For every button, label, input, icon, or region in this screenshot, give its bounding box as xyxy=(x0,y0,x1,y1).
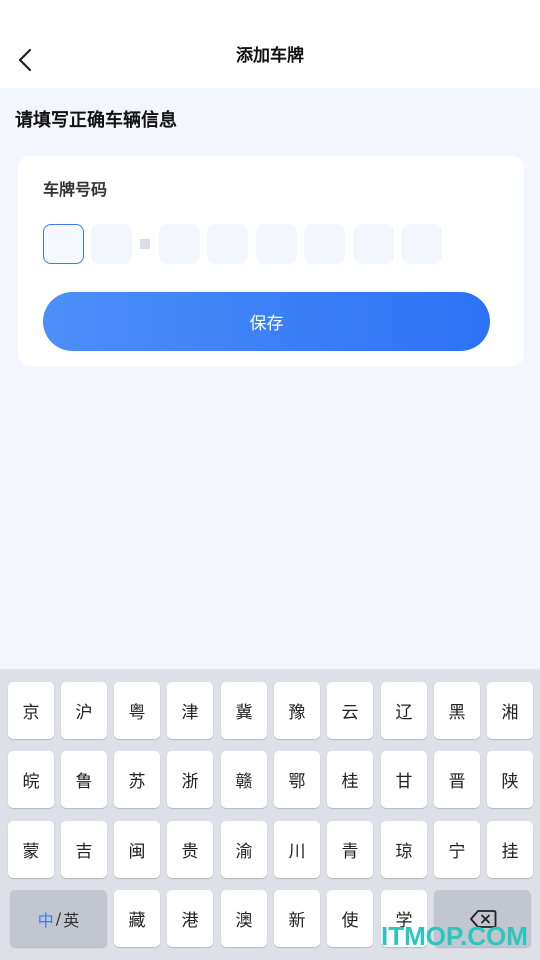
plate-slot-8[interactable] xyxy=(401,224,442,264)
key-province[interactable]: 湘 xyxy=(487,682,533,739)
plate-slot-6[interactable] xyxy=(304,224,345,264)
save-button[interactable]: 保存 xyxy=(43,292,490,351)
key-province[interactable]: 蒙 xyxy=(8,821,54,878)
plate-slot-2[interactable] xyxy=(91,224,132,264)
key-province[interactable]: 桂 xyxy=(327,751,373,808)
key-province[interactable]: 闽 xyxy=(114,821,160,878)
key-province[interactable]: 津 xyxy=(167,682,213,739)
key-province[interactable]: 贵 xyxy=(167,821,213,878)
plate-slot-1[interactable] xyxy=(43,224,84,264)
key-province[interactable]: 青 xyxy=(327,821,373,878)
key-province[interactable]: 京 xyxy=(8,682,54,739)
plate-card: 车牌号码 保存 xyxy=(18,156,524,366)
key-province[interactable]: 琼 xyxy=(381,821,427,878)
key-province[interactable]: 使 xyxy=(327,890,373,947)
plate-slot-5[interactable] xyxy=(256,224,297,264)
plate-slot-4[interactable] xyxy=(207,224,248,264)
key-province[interactable]: 鲁 xyxy=(61,751,107,808)
key-province[interactable]: 川 xyxy=(274,821,320,878)
plate-slot-3[interactable] xyxy=(159,224,200,264)
key-province[interactable]: 吉 xyxy=(61,821,107,878)
plate-number-label: 车牌号码 xyxy=(43,180,108,199)
key-province[interactable]: 陕 xyxy=(487,751,533,808)
key-province[interactable]: 挂 xyxy=(487,821,533,878)
language-toggle-key[interactable]: 中 / 英 xyxy=(10,890,107,947)
plate-slot-7[interactable] xyxy=(353,224,394,264)
key-province[interactable]: 云 xyxy=(327,682,373,739)
watermark-logo: ITMOP.COM xyxy=(381,921,528,951)
key-province[interactable]: 冀 xyxy=(221,682,267,739)
key-province[interactable]: 粤 xyxy=(114,682,160,739)
key-province[interactable]: 辽 xyxy=(381,682,427,739)
key-province[interactable]: 晋 xyxy=(434,751,480,808)
key-province[interactable]: 澳 xyxy=(221,890,267,947)
key-province[interactable]: 黑 xyxy=(434,682,480,739)
key-province[interactable]: 新 xyxy=(274,890,320,947)
lang-separator: / xyxy=(55,909,62,928)
key-province[interactable]: 宁 xyxy=(434,821,480,878)
key-province[interactable]: 渝 xyxy=(221,821,267,878)
lang-option-english: 英 xyxy=(63,910,80,930)
key-province[interactable]: 豫 xyxy=(274,682,320,739)
key-province[interactable]: 鄂 xyxy=(274,751,320,808)
key-province[interactable]: 苏 xyxy=(114,751,160,808)
key-province[interactable]: 甘 xyxy=(381,751,427,808)
page-title: 添加车牌 xyxy=(236,46,304,66)
key-province[interactable]: 浙 xyxy=(167,751,213,808)
key-province[interactable]: 赣 xyxy=(221,751,267,808)
province-keyboard: 京 沪 粤 津 冀 豫 云 辽 黑 湘 皖 鲁 苏 浙 赣 鄂 桂 甘 晋 陕 … xyxy=(0,669,540,960)
section-title: 请填写正确车辆信息 xyxy=(15,110,177,131)
key-province[interactable]: 藏 xyxy=(114,890,160,947)
key-province[interactable]: 皖 xyxy=(8,751,54,808)
lang-option-chinese: 中 xyxy=(37,910,54,930)
key-province[interactable]: 沪 xyxy=(61,682,107,739)
app-header: 添加车牌 xyxy=(0,0,540,88)
key-province[interactable]: 港 xyxy=(167,890,213,947)
plate-separator-dot xyxy=(140,239,150,249)
